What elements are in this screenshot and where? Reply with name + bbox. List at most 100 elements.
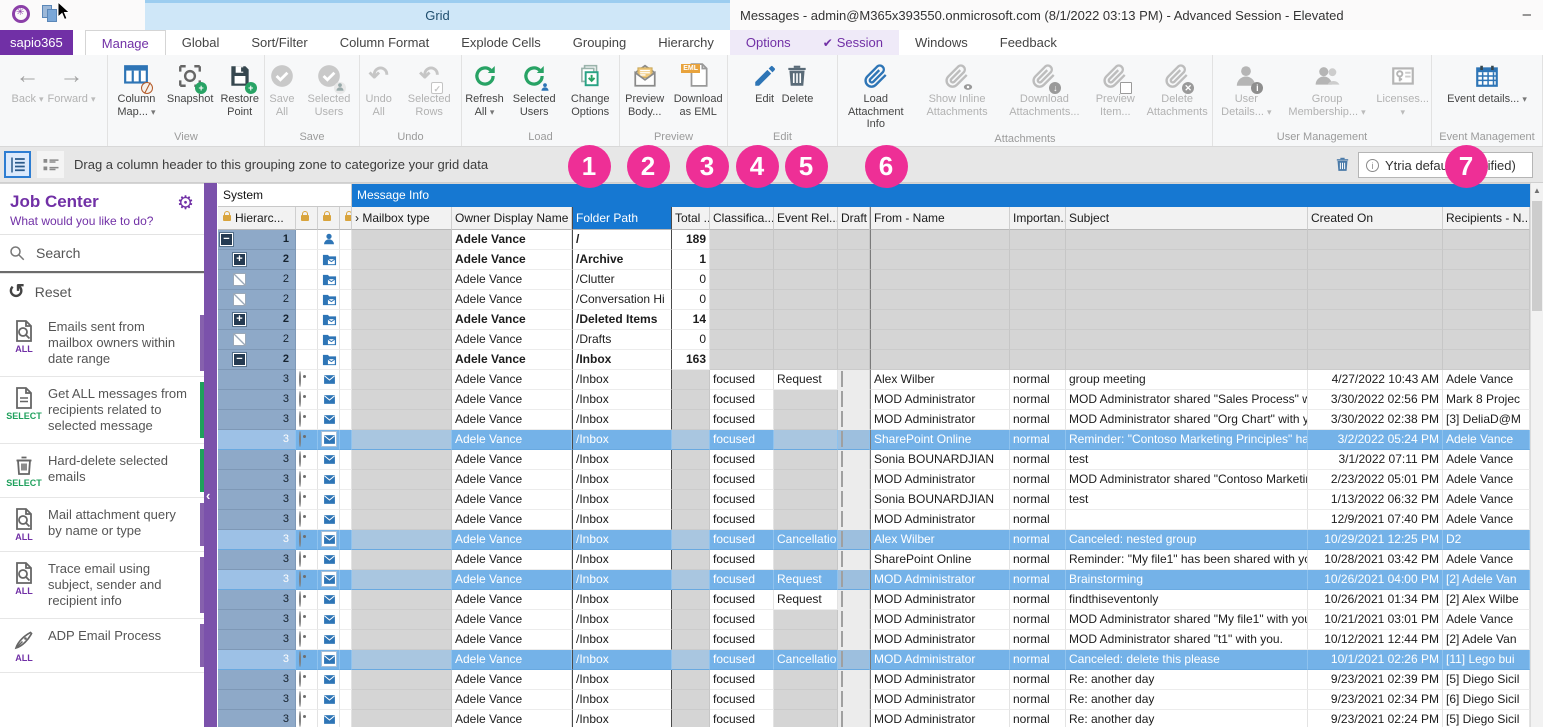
cell-recipients[interactable]: [5] Diego Sicil bbox=[1443, 710, 1530, 727]
cell-subject[interactable]: Brainstorming bbox=[1066, 570, 1308, 590]
draft-checkbox[interactable] bbox=[841, 371, 843, 387]
cell-mailbox[interactable] bbox=[352, 530, 452, 550]
cell-c3[interactable] bbox=[340, 250, 352, 270]
cell-mailbox[interactable] bbox=[352, 470, 452, 490]
cell-draft[interactable] bbox=[838, 430, 870, 450]
cell-draft[interactable] bbox=[838, 610, 870, 630]
cell-hier[interactable]: 3 bbox=[218, 710, 296, 727]
cell-classification[interactable]: focused bbox=[710, 650, 774, 670]
cell-importance[interactable] bbox=[1010, 270, 1066, 290]
column-header-draft[interactable]: Draft bbox=[838, 207, 870, 230]
cell-importance[interactable]: normal bbox=[1010, 450, 1066, 470]
cell-c1[interactable] bbox=[296, 250, 318, 270]
cell-created[interactable]: 9/23/2021 02:24 PM bbox=[1308, 710, 1443, 727]
draft-checkbox[interactable] bbox=[841, 571, 843, 587]
cell-c1[interactable] bbox=[296, 370, 318, 390]
cell-draft[interactable] bbox=[838, 250, 870, 270]
cell-total[interactable] bbox=[672, 370, 710, 390]
collapse-box[interactable]: − bbox=[220, 233, 233, 246]
cell-mailbox[interactable] bbox=[352, 670, 452, 690]
cell-folder[interactable]: /Inbox bbox=[572, 510, 672, 530]
draft-checkbox[interactable] bbox=[841, 431, 843, 447]
cell-c3[interactable] bbox=[340, 630, 352, 650]
cell-hier[interactable]: −2 bbox=[218, 350, 296, 370]
draft-checkbox[interactable] bbox=[841, 551, 843, 567]
draft-checkbox[interactable] bbox=[841, 611, 843, 627]
cell-total[interactable] bbox=[672, 590, 710, 610]
tab-manage[interactable]: Manage bbox=[85, 30, 166, 55]
cell-c1[interactable] bbox=[296, 330, 318, 350]
cell-draft[interactable] bbox=[838, 390, 870, 410]
cell-eventrel[interactable] bbox=[774, 270, 838, 290]
cell-owner[interactable]: Adele Vance bbox=[452, 250, 572, 270]
cell-owner[interactable]: Adele Vance bbox=[452, 690, 572, 710]
cell-subject[interactable]: MOD Administrator shared "Sales Process"… bbox=[1066, 390, 1308, 410]
cell-created[interactable] bbox=[1308, 250, 1443, 270]
draft-checkbox[interactable] bbox=[841, 591, 843, 607]
cell-owner[interactable]: Adele Vance bbox=[452, 350, 572, 370]
cell-c2[interactable] bbox=[318, 310, 340, 330]
cell-total[interactable] bbox=[672, 630, 710, 650]
cell-classification[interactable]: focused bbox=[710, 510, 774, 530]
cell-subject[interactable]: Reminder: "My file1" has been shared wit… bbox=[1066, 550, 1308, 570]
message-row[interactable]: 3Adele Vance/InboxfocusedMOD Administrat… bbox=[218, 510, 1530, 530]
cell-recipients[interactable]: Adele Vance bbox=[1443, 430, 1530, 450]
cell-recipients[interactable]: [5] Diego Sicil bbox=[1443, 670, 1530, 690]
cell-total[interactable] bbox=[672, 410, 710, 430]
cell-subject[interactable] bbox=[1066, 270, 1308, 290]
cell-c1[interactable] bbox=[296, 270, 318, 290]
cell-hier[interactable]: 3 bbox=[218, 650, 296, 670]
cell-c2[interactable] bbox=[318, 510, 340, 530]
cell-owner[interactable]: Adele Vance bbox=[452, 410, 572, 430]
cell-classification[interactable]: focused bbox=[710, 670, 774, 690]
cell-hier[interactable]: 3 bbox=[218, 690, 296, 710]
cell-draft[interactable] bbox=[838, 310, 870, 330]
folder-row[interactable]: 2Adele Vance/Conversation Hi0 bbox=[218, 290, 1530, 310]
cell-mailbox[interactable] bbox=[352, 570, 452, 590]
cell-importance[interactable]: normal bbox=[1010, 690, 1066, 710]
cell-hier[interactable]: 2 bbox=[218, 290, 296, 310]
cell-importance[interactable]: normal bbox=[1010, 530, 1066, 550]
cell-mailbox[interactable] bbox=[352, 230, 452, 250]
message-row-selected[interactable]: 3Adele Vance/InboxfocusedCancellatioMOD … bbox=[218, 650, 1530, 670]
tab-hierarchy[interactable]: Hierarchy bbox=[642, 30, 730, 55]
column-header-mailbox[interactable]: › Mailbox type bbox=[352, 207, 452, 230]
cell-folder[interactable]: /Inbox bbox=[572, 610, 672, 630]
cell-subject[interactable]: MOD Administrator shared "Contoso Market… bbox=[1066, 470, 1308, 490]
cell-classification[interactable]: focused bbox=[710, 710, 774, 727]
cell-owner[interactable]: Adele Vance bbox=[452, 610, 572, 630]
cell-c3[interactable] bbox=[340, 270, 352, 290]
cell-c1[interactable] bbox=[296, 230, 318, 250]
vertical-scrollbar[interactable]: ▲ bbox=[1530, 183, 1543, 727]
cell-c2[interactable] bbox=[318, 250, 340, 270]
cell-c1[interactable] bbox=[296, 510, 318, 530]
cell-c3[interactable] bbox=[340, 350, 352, 370]
message-row-selected[interactable]: 3Adele Vance/InboxfocusedCancellatioAlex… bbox=[218, 530, 1530, 550]
cell-owner[interactable]: Adele Vance bbox=[452, 510, 572, 530]
cell-recipients[interactable]: [2] Adele Van bbox=[1443, 630, 1530, 650]
cell-c2[interactable] bbox=[318, 450, 340, 470]
cell-total[interactable] bbox=[672, 390, 710, 410]
cell-c3[interactable] bbox=[340, 670, 352, 690]
cell-folder[interactable]: /Inbox bbox=[572, 710, 672, 727]
cell-mailbox[interactable] bbox=[352, 450, 452, 470]
message-row-selected[interactable]: 3Adele Vance/InboxfocusedSharePoint Onli… bbox=[218, 430, 1530, 450]
cell-draft[interactable] bbox=[838, 410, 870, 430]
cell-hier[interactable]: 3 bbox=[218, 570, 296, 590]
cell-hier[interactable]: 3 bbox=[218, 530, 296, 550]
column-header-recipients[interactable]: Recipients - N... bbox=[1443, 207, 1530, 230]
reset-button[interactable]: ↺ Reset bbox=[0, 273, 204, 310]
cell-hier[interactable]: 3 bbox=[218, 550, 296, 570]
cell-importance[interactable]: normal bbox=[1010, 610, 1066, 630]
cell-created[interactable]: 2/23/2022 05:01 PM bbox=[1308, 470, 1443, 490]
cell-hier[interactable]: +2 bbox=[218, 310, 296, 330]
band-header-message-info[interactable]: Message Info bbox=[352, 184, 1530, 207]
cell-c2[interactable] bbox=[318, 550, 340, 570]
cell-created[interactable]: 3/2/2022 05:24 PM bbox=[1308, 430, 1443, 450]
cell-importance[interactable] bbox=[1010, 290, 1066, 310]
cell-hier[interactable]: 3 bbox=[218, 510, 296, 530]
cell-eventrel[interactable] bbox=[774, 330, 838, 350]
cell-created[interactable]: 3/30/2022 02:56 PM bbox=[1308, 390, 1443, 410]
cell-from[interactable]: Alex Wilber bbox=[870, 370, 1010, 390]
cell-mailbox[interactable] bbox=[352, 650, 452, 670]
